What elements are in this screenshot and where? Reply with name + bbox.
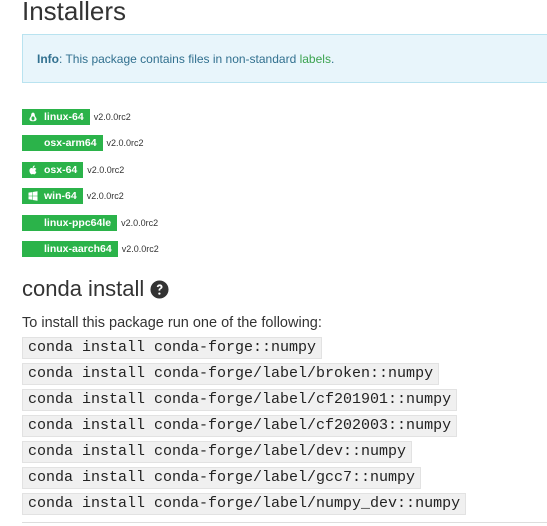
- platform-name: osx-arm64: [44, 137, 97, 150]
- platform-badge-linux-64[interactable]: linux-64: [22, 109, 90, 125]
- info-text: : This package contains files in non-sta…: [59, 52, 300, 66]
- installers-heading: Installers: [22, 0, 127, 26]
- platform-row: osx-arm64 v2.0.0rc2: [22, 135, 159, 152]
- install-command[interactable]: conda install conda-forge/label/gcc7::nu…: [22, 467, 422, 489]
- install-command[interactable]: conda install conda-forge/label/broken::…: [22, 363, 440, 385]
- install-instructions: To install this package run one of the f…: [22, 315, 322, 331]
- linux-icon: [28, 112, 38, 122]
- platform-name: linux-64: [44, 111, 84, 123]
- windows-icon: [28, 191, 38, 201]
- platform-badge-osx-arm64[interactable]: osx-arm64: [22, 135, 103, 152]
- section-divider: [22, 522, 547, 523]
- platform-badge-linux-ppc64le[interactable]: linux-ppc64le: [22, 214, 118, 231]
- conda-install-title: conda install: [22, 276, 145, 301]
- platform-row: linux-ppc64le v2.0.0rc2: [22, 214, 159, 231]
- platform-badge-osx-64[interactable]: osx-64: [22, 161, 84, 178]
- platform-version: v2.0.0rc2: [93, 112, 131, 122]
- platform-name: linux-aarch64: [44, 242, 112, 255]
- platform-name: linux-ppc64le: [44, 216, 112, 229]
- labels-link[interactable]: labels: [300, 52, 331, 66]
- platform-version: v2.0.0rc2: [87, 164, 125, 175]
- command-list: conda install conda-forge::numpy conda i…: [22, 337, 467, 519]
- info-label: Info: [37, 52, 59, 66]
- platform-badge-win-64[interactable]: win-64: [22, 188, 83, 205]
- platform-name: win-64: [44, 190, 77, 203]
- platform-row: linux-64 v2.0.0rc2: [22, 109, 159, 125]
- platform-list: linux-64 v2.0.0rc2 osx-arm64 v2.0.0rc2 o…: [22, 109, 159, 267]
- platform-badge-linux-aarch64[interactable]: linux-aarch64: [22, 240, 118, 257]
- platform-version: v2.0.0rc2: [86, 191, 124, 202]
- platform-version: v2.0.0rc2: [121, 243, 159, 254]
- platform-name: osx-64: [44, 163, 78, 176]
- install-command[interactable]: conda install conda-forge/label/cf202003…: [22, 415, 458, 437]
- conda-install-heading: conda install: [22, 274, 169, 304]
- install-command[interactable]: conda install conda-forge::numpy: [22, 337, 323, 359]
- platform-row: linux-aarch64 v2.0.0rc2: [22, 240, 159, 257]
- info-alert: Info: This package contains files in non…: [22, 34, 547, 83]
- platform-row: win-64 v2.0.0rc2: [22, 188, 159, 205]
- platform-version: v2.0.0rc2: [121, 217, 159, 228]
- info-text-end: .: [330, 52, 335, 66]
- platform-row: osx-64 v2.0.0rc2: [22, 161, 159, 178]
- platform-version: v2.0.0rc2: [106, 138, 144, 149]
- install-command[interactable]: conda install conda-forge/label/numpy_de…: [22, 493, 467, 515]
- install-command[interactable]: conda install conda-forge/label/dev::num…: [22, 441, 413, 463]
- install-command[interactable]: conda install conda-forge/label/cf201901…: [22, 389, 458, 411]
- question-circle-icon[interactable]: [150, 279, 169, 299]
- apple-icon: [28, 165, 38, 175]
